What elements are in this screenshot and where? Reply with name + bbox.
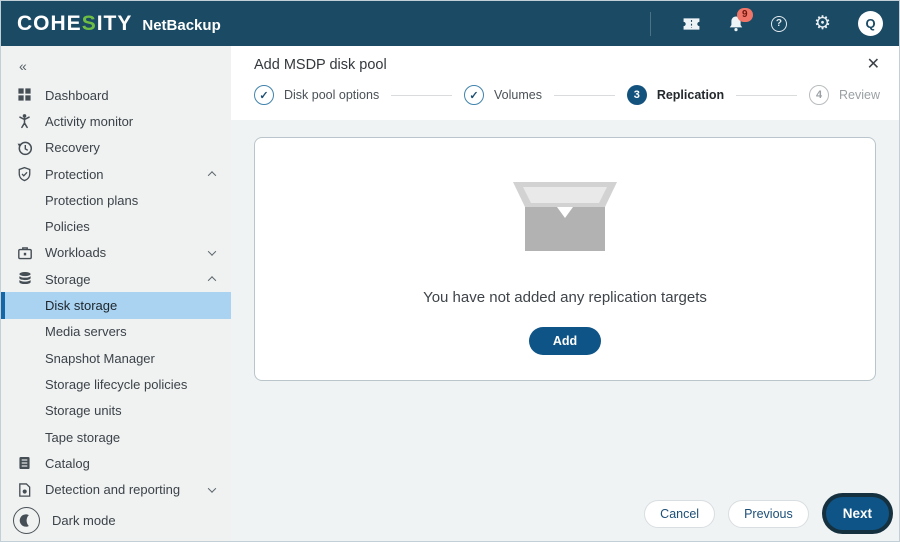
sidebar-item-label: Protection	[45, 166, 104, 182]
workloads-icon	[17, 245, 33, 261]
step-label: Disk pool options	[284, 88, 380, 102]
sidebar-item-label: Disk storage	[45, 298, 118, 314]
sidebar-item-label: Storage	[45, 271, 91, 287]
dark-mode-label: Dark mode	[52, 513, 116, 528]
sidebar-item-label: Catalog	[45, 455, 90, 471]
recovery-icon	[17, 140, 33, 156]
sidebar-item-label: Policies	[45, 219, 90, 235]
step-connector	[553, 94, 615, 96]
sidebar-item-protection-plans[interactable]: Protection plans	[1, 187, 231, 213]
sidebar: « Dashboard Activity monitor Recovery Prote…	[1, 46, 231, 541]
sidebar-item-storage-lifecycle-policies[interactable]: Storage lifecycle policies	[1, 371, 231, 397]
page-title: Add MSDP disk pool	[254, 57, 387, 73]
wizard-pane: Add MSDP disk pool ✕ ✓ Disk pool options ✓…	[231, 46, 899, 541]
gear-icon[interactable]: ⚙	[814, 14, 831, 33]
top-bar: COHESITY NetBackup 9 ? ⚙ Q	[1, 1, 899, 46]
sidebar-item-label: Activity monitor	[45, 113, 134, 129]
sidebar-item-label: Storage units	[45, 403, 122, 419]
wizard-body: You have not added any replication targe…	[231, 120, 899, 541]
help-icon[interactable]: ?	[770, 15, 787, 32]
sidebar-item-media-servers[interactable]: Media servers	[1, 319, 231, 345]
sidebar-item-disk-storage[interactable]: Disk storage	[1, 292, 231, 319]
add-button[interactable]: Add	[528, 327, 602, 355]
step-disk-pool-options[interactable]: ✓ Disk pool options	[254, 85, 379, 105]
previous-button[interactable]: Previous	[728, 499, 809, 528]
sidebar-item-label: Dashboard	[45, 87, 109, 103]
step-review[interactable]: 4 Review	[809, 85, 880, 105]
sidebar-item-protection[interactable]: Protection	[1, 161, 231, 187]
sidebar-item-catalog[interactable]: Catalog	[1, 450, 231, 476]
dark-mode-toggle[interactable]: Dark mode	[13, 507, 116, 534]
sidebar-item-storage-units[interactable]: Storage units	[1, 398, 231, 424]
sidebar-item-label: Protection plans	[45, 192, 139, 208]
product-name: NetBackup	[142, 16, 221, 34]
sidebar-item-recovery[interactable]: Recovery	[1, 135, 231, 161]
sidebar-item-label: Media servers	[45, 324, 127, 340]
replication-targets-card: You have not added any replication targe…	[254, 137, 876, 381]
step-check-icon: ✓	[254, 85, 274, 105]
sidebar-item-label: Tape storage	[45, 429, 121, 445]
step-connector	[391, 94, 453, 96]
sidebar-item-label: Recovery	[45, 140, 100, 156]
chevron-up-icon	[207, 276, 217, 285]
sidebar-item-workloads[interactable]: Workloads	[1, 240, 231, 266]
dashboard-icon	[17, 87, 33, 103]
sidebar-item-dashboard[interactable]: Dashboard	[1, 82, 231, 108]
sidebar-item-snapshot-manager[interactable]: Snapshot Manager	[1, 345, 231, 371]
cancel-button[interactable]: Cancel	[644, 499, 716, 528]
notification-badge: 9	[736, 8, 753, 22]
step-replication[interactable]: 3 Replication	[626, 85, 725, 105]
sidebar-item-storage[interactable]: Storage	[1, 266, 231, 292]
step-label: Replication	[656, 88, 725, 102]
moon-icon	[13, 507, 40, 534]
ticket-icon[interactable]	[682, 17, 701, 31]
step-connector	[736, 94, 798, 96]
cohesity-logo: COHESITY	[17, 11, 133, 35]
step-volumes[interactable]: ✓ Volumes	[464, 85, 542, 105]
catalog-icon	[17, 455, 33, 471]
close-icon[interactable]: ✕	[867, 57, 880, 73]
chevron-down-icon	[207, 247, 217, 256]
wizard-stepper: ✓ Disk pool options ✓ Volumes 3 Replication 4 R…	[254, 80, 880, 110]
detection-reporting-icon	[17, 482, 33, 498]
next-button[interactable]: Next	[825, 497, 889, 530]
sidebar-item-policies[interactable]: Policies	[1, 213, 231, 239]
chevron-down-icon	[207, 483, 217, 493]
step-label: Volumes	[494, 88, 542, 102]
header-divider	[649, 11, 651, 36]
protection-shield-icon	[17, 166, 33, 182]
step-number: 3	[626, 85, 647, 105]
bell-icon[interactable]: 9	[728, 8, 753, 32]
sidebar-item-tape-storage[interactable]: Tape storage	[1, 424, 231, 450]
step-check-icon: ✓	[464, 85, 485, 105]
empty-box-icon	[505, 180, 625, 259]
sidebar-item-label: Workloads	[45, 245, 107, 261]
brand-logo: COHESITY NetBackup	[17, 12, 221, 36]
empty-state-message: You have not added any replication targe…	[423, 289, 707, 306]
wizard-footer: Cancel Previous Next	[644, 497, 889, 530]
sidebar-item-label: Storage lifecycle policies	[45, 376, 188, 392]
sidebar-item-detection-and-reporting[interactable]: Detection and reporting	[1, 476, 231, 502]
sidebar-nav: Dashboard Activity monitor Recovery Protect…	[1, 82, 231, 503]
sidebar-collapse-button[interactable]: «	[1, 46, 231, 82]
avatar[interactable]: Q	[858, 11, 883, 36]
storage-icon	[17, 271, 33, 287]
header-actions: 9 ? ⚙ Q	[649, 8, 883, 36]
sidebar-item-label: Snapshot Manager	[45, 350, 155, 366]
activity-monitor-icon	[17, 113, 33, 129]
step-label: Review	[839, 88, 881, 102]
app-window: COHESITY NetBackup 9 ? ⚙ Q « Dashboard Ac…	[0, 0, 900, 542]
wizard-header: Add MSDP disk pool ✕ ✓ Disk pool options ✓…	[231, 46, 899, 120]
chevron-up-icon	[207, 171, 217, 180]
step-number: 4	[809, 85, 830, 105]
sidebar-item-label: Detection and reporting	[45, 482, 181, 498]
sidebar-item-activity-monitor[interactable]: Activity monitor	[1, 108, 231, 134]
